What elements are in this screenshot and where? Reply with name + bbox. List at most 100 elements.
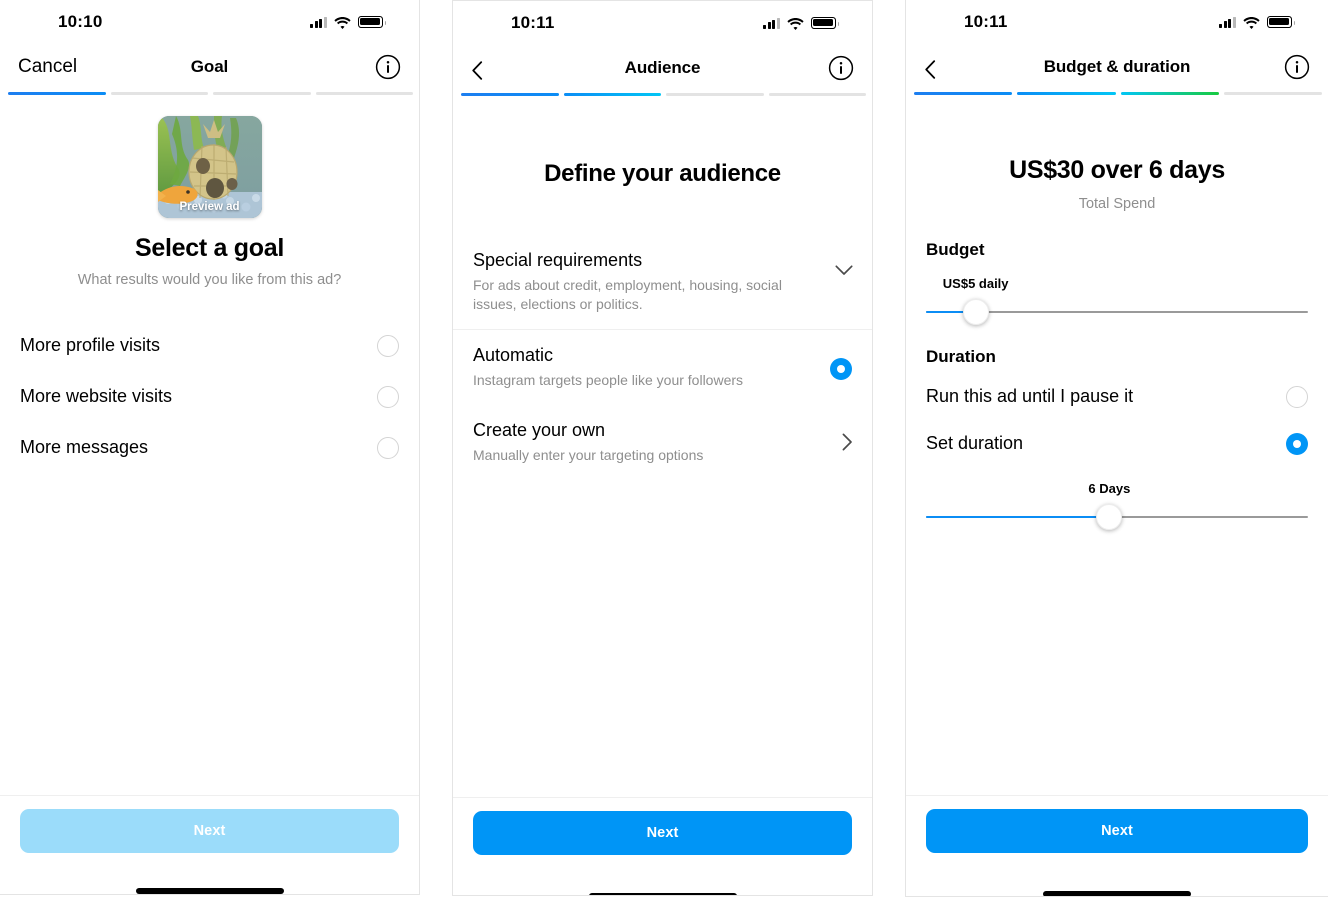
preview-ad-label: Preview ad [179,201,240,213]
next-button[interactable]: Next [473,811,852,855]
radio-button-selected[interactable] [1286,432,1308,455]
wifi-icon [787,17,804,30]
budget-slider-thumb[interactable] [962,299,989,325]
budget-slider-value: US$5 daily [926,276,1308,293]
progress-segment-3 [666,93,764,96]
duration-option-label: Set duration [926,433,1024,453]
home-indicator [1043,891,1191,896]
wifi-icon [334,16,351,29]
page-title: Goal [190,56,229,76]
goal-heading: Select a goal [135,234,284,262]
duration-slider-value-label: 6 Days [1088,481,1131,496]
progress-segment-2 [110,92,208,95]
battery-icon [1267,15,1296,29]
info-circle-icon [375,54,401,80]
info-button[interactable] [375,44,419,89]
step-progress-bar [906,92,1328,96]
progress-segment-1 [8,92,106,95]
info-circle-icon [1284,54,1310,80]
audience-row-text: Create your own Manually enter your targ… [473,419,830,465]
goal-option-messages[interactable]: More messages [0,422,419,473]
home-indicator [588,893,737,895]
goal-option-profile-visits[interactable]: More profile visits [0,320,419,371]
progress-segment-2 [563,93,661,96]
status-icons [1219,15,1306,29]
page-title: Audience [624,57,701,77]
status-time: 10:11 [964,12,1008,31]
radio-button[interactable] [1286,385,1308,408]
select-control[interactable] [830,344,852,381]
bottom-cta-area: Next [906,795,1328,853]
duration-slider-thumb[interactable] [1096,504,1123,530]
duration-option-run-until-pause[interactable]: Run this ad until I pause it [906,373,1328,420]
audience-heading: Define your audience [544,160,781,187]
progress-segment-4 [1223,92,1322,95]
duration-option-set-duration[interactable]: Set duration [906,420,1328,467]
audience-row-title: Automatic [473,345,554,366]
duration-slider[interactable] [926,504,1308,530]
info-circle-icon [828,55,854,81]
audience-row-title: Special requirements [473,250,643,270]
battery-icon [358,15,387,29]
audience-row-special-requirements[interactable]: Special requirements For ads about credi… [453,235,872,331]
step-progress-bar [0,92,419,96]
step-progress-bar [453,93,872,97]
screenshot-stage: 10:10 Cancel Goal Preview ad Select a go… [0,0,1328,900]
status-time: 10:10 [58,12,103,31]
audience-row-create-your-own[interactable]: Create your own Manually enter your targ… [453,405,872,480]
navigate-control[interactable] [842,419,852,451]
goal-screen-body: Preview ad Select a goal What results wo… [0,116,419,473]
audience-row-title: Create your own [473,420,606,441]
nav-bar: Budget & duration [906,44,1328,89]
phone-screen-goal: 10:10 Cancel Goal Preview ad Select a go… [0,0,420,895]
status-bar: 10:11 [906,0,1328,44]
battery-icon [811,16,840,30]
budget-slider-block: US$5 daily [906,276,1328,325]
audience-row-subtitle: Manually enter your targeting options [473,447,704,464]
progress-segment-3 [213,92,311,95]
budget-slider-value-label: US$5 daily [942,276,1009,291]
audience-options-list: Special requirements For ads about credi… [453,235,872,480]
signal-bars-icon [310,16,327,28]
info-button[interactable] [828,45,872,90]
radio-button[interactable] [377,436,399,459]
duration-slider-block: 6 Days [906,481,1328,530]
progress-segment-3 [1120,92,1219,95]
audience-row-automatic[interactable]: Automatic Instagram targets people like … [453,330,872,405]
progress-segment-2 [1017,92,1116,95]
phone-screen-budget-duration: 10:11 Budget & duration US$30 over 6 day… [905,0,1328,897]
progress-segment-4 [768,93,866,96]
next-button[interactable]: Next [20,809,399,853]
duration-slider-fill [926,515,1110,519]
goal-option-website-visits[interactable]: More website visits [0,371,419,422]
next-button[interactable]: Next [926,809,1308,853]
radio-button-selected[interactable] [830,358,852,381]
signal-bars-icon [1219,16,1236,28]
preview-ad-thumbnail[interactable]: Preview ad [157,116,262,218]
signal-bars-icon [763,17,780,29]
radio-button[interactable] [377,334,399,357]
budget-slider[interactable] [926,299,1308,325]
bottom-cta-area: Next [453,797,872,855]
goal-subheading: What results would you like from this ad… [77,272,342,288]
audience-row-subtitle: Instagram targets people like your follo… [473,372,744,389]
status-bar: 10:10 [0,0,419,44]
audience-row-text: Automatic Instagram targets people like … [473,344,818,390]
wifi-icon [1243,16,1260,29]
status-icons [310,15,397,29]
audience-row-subtitle: For ads about credit, employment, housin… [473,277,782,313]
progress-segment-1 [914,92,1013,95]
goal-option-label: More profile visits [20,335,161,355]
audience-row-text: Special requirements For ads about credi… [473,249,823,314]
duration-slider-value: 6 Days [926,481,1308,498]
preview-ad-wrap: Preview ad [0,116,419,218]
total-spend-amount: US$30 over 6 days [1009,156,1225,184]
info-button[interactable] [1284,44,1328,89]
nav-bar: Audience [453,45,872,90]
radio-button[interactable] [377,385,399,408]
expand-control[interactable] [835,249,853,275]
status-bar: 10:11 [453,1,872,45]
goal-option-label: More messages [20,437,149,457]
progress-segment-1 [461,93,559,96]
home-indicator [135,888,284,894]
